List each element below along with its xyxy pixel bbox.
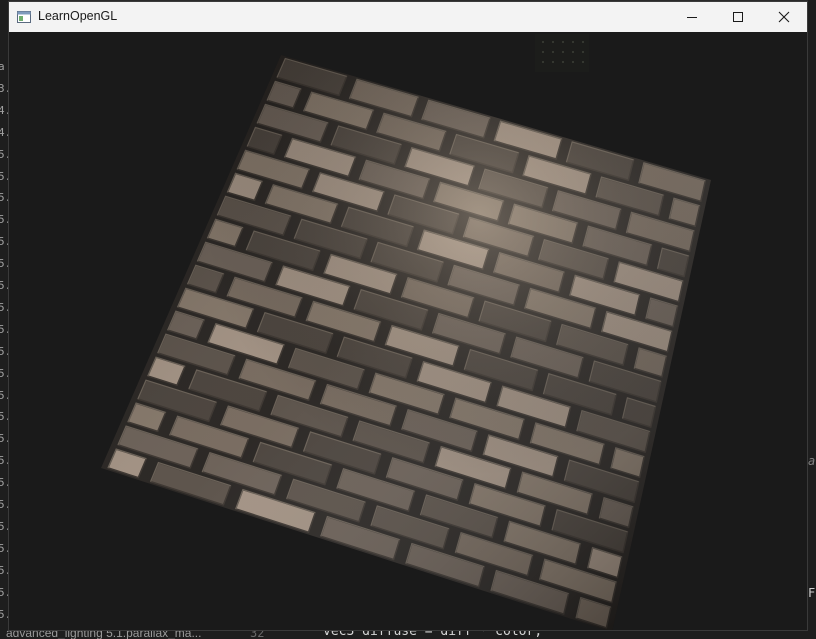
- minimize-icon: [687, 17, 697, 18]
- background-glyph: a: [808, 454, 816, 468]
- brick-wall-plane: [101, 55, 711, 630]
- opengl-viewport[interactable]: [9, 32, 807, 630]
- light-cube: [535, 34, 589, 72]
- window-title: LearnOpenGL: [38, 9, 118, 23]
- background-glyph: F: [808, 586, 816, 600]
- maximize-button[interactable]: [715, 2, 761, 32]
- background-editor-right-edge: a F: [808, 0, 816, 639]
- title-bar[interactable]: LearnOpenGL: [9, 2, 807, 33]
- close-icon: [778, 11, 790, 23]
- rendered-scene: [101, 34, 711, 630]
- close-button[interactable]: [761, 2, 807, 32]
- app-window-icon: [17, 10, 31, 23]
- gutter-line: a: [0, 60, 5, 73]
- app-window: LearnOpenGL: [8, 1, 808, 631]
- minimize-button[interactable]: [669, 2, 715, 32]
- maximize-icon: [733, 12, 743, 22]
